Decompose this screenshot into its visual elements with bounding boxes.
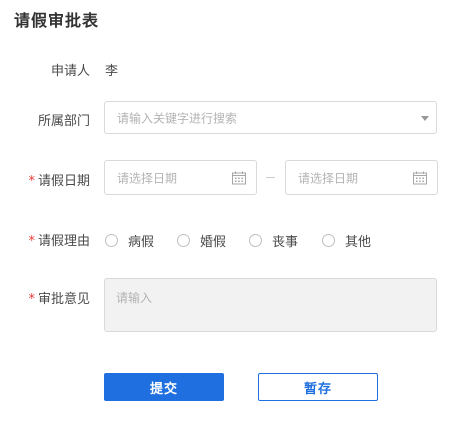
radio-option-other[interactable]: 其他 xyxy=(322,231,371,250)
department-label-text: 所属部门 xyxy=(37,114,90,129)
approval-opinion-label: * 审批意见 xyxy=(0,288,90,307)
required-mark: * xyxy=(28,174,35,189)
radio-option-label: 婚假 xyxy=(200,235,227,250)
radio-circle[interactable] xyxy=(249,234,262,247)
radio-circle[interactable] xyxy=(177,234,190,247)
calendar-icon[interactable] xyxy=(232,171,246,184)
end-date-input[interactable]: 请选择日期 xyxy=(285,160,438,195)
radio-circle[interactable] xyxy=(322,234,335,247)
applicant-label: 申请人 xyxy=(0,60,90,79)
leave-reason-label: * 请假理由 xyxy=(0,230,90,249)
approval-opinion-placeholder: 请输入 xyxy=(116,291,153,305)
start-date-input[interactable]: 请选择日期 xyxy=(104,160,257,195)
radio-option-marriage[interactable]: 婚假 xyxy=(177,231,226,250)
radio-option-funeral[interactable]: 丧事 xyxy=(249,231,298,250)
calendar-icon[interactable] xyxy=(413,171,427,184)
leave-reason-label-text: 请假理由 xyxy=(37,234,90,249)
approval-opinion-label-text: 审批意见 xyxy=(37,292,90,307)
required-mark: * xyxy=(28,292,35,307)
department-select[interactable]: 请输入关键字进行搜索 xyxy=(104,101,437,134)
radio-option-label: 其他 xyxy=(345,235,372,250)
department-placeholder: 请输入关键字进行搜索 xyxy=(117,111,238,125)
applicant-label-text: 申请人 xyxy=(50,64,90,79)
save-draft-button[interactable]: 暂存 xyxy=(258,373,378,401)
applicant-value: 李 xyxy=(105,64,119,79)
radio-option-sick[interactable]: 病假 xyxy=(105,231,154,250)
date-range-separator xyxy=(266,177,275,178)
chevron-down-icon[interactable] xyxy=(421,115,429,121)
radio-option-label: 丧事 xyxy=(272,235,299,250)
end-date-placeholder: 请选择日期 xyxy=(298,171,359,185)
radio-option-label: 病假 xyxy=(128,235,155,250)
department-label: 所属部门 xyxy=(0,110,90,129)
radio-circle[interactable] xyxy=(105,234,118,247)
submit-button[interactable]: 提交 xyxy=(104,373,224,401)
required-mark: * xyxy=(28,234,35,249)
start-date-placeholder: 请选择日期 xyxy=(117,171,178,185)
page-title: 请假审批表 xyxy=(14,11,100,30)
leave-date-label-text: 请假日期 xyxy=(37,174,90,189)
approval-opinion-textarea[interactable]: 请输入 xyxy=(104,278,437,332)
leave-date-label: * 请假日期 xyxy=(0,170,90,189)
